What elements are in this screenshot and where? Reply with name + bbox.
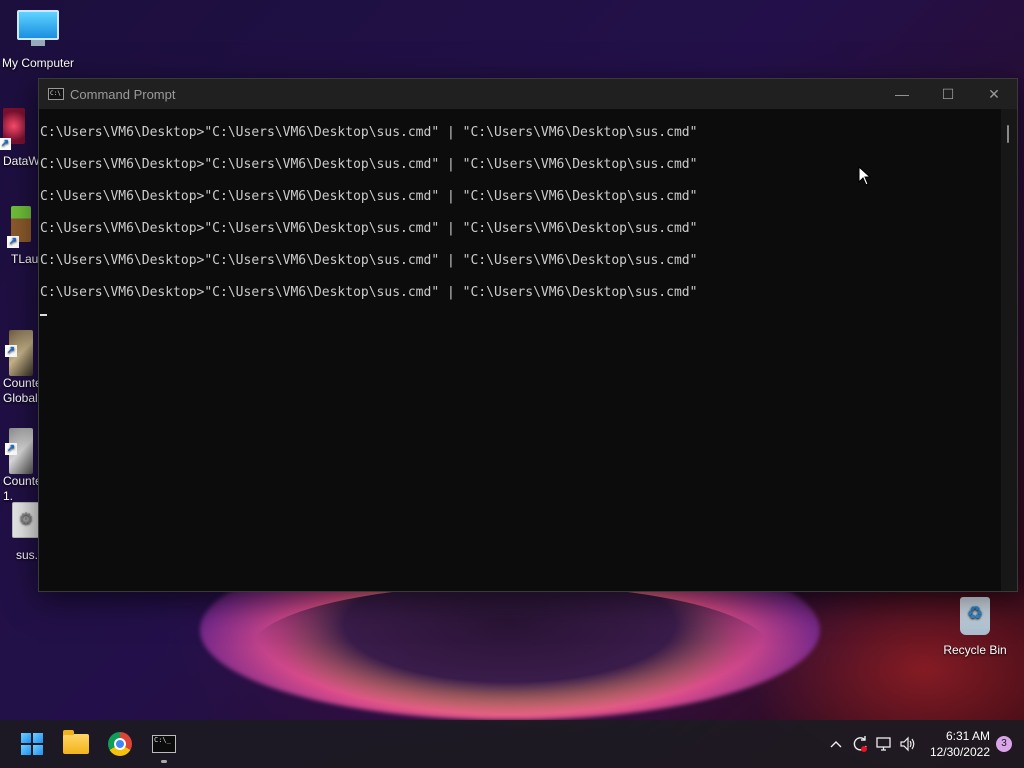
folder-icon bbox=[63, 730, 89, 754]
network-icon[interactable] bbox=[872, 732, 896, 756]
notification-badge[interactable]: 3 bbox=[996, 736, 1012, 752]
desktop-icon-recycle-bin[interactable]: Recycle Bin bbox=[937, 597, 1013, 658]
desktop-icon-my-computer[interactable]: My Computer bbox=[0, 10, 76, 71]
shortcut-arrow-icon: ↗ bbox=[5, 443, 17, 455]
chevron-up-icon[interactable] bbox=[824, 732, 848, 756]
active-indicator bbox=[161, 760, 167, 763]
console-line: C:\Users\VM6\Desktop>"C:\Users\VM6\Deskt… bbox=[40, 189, 698, 204]
shortcut-arrow-icon: ↗ bbox=[5, 345, 17, 357]
console-line: C:\Users\VM6\Desktop>"C:\Users\VM6\Deskt… bbox=[40, 221, 698, 236]
cmd-icon: C:\ bbox=[48, 88, 64, 100]
console-output[interactable]: C:\Users\VM6\Desktop>"C:\Users\VM6\Deskt… bbox=[39, 109, 1001, 591]
console-line: C:\Users\VM6\Desktop>"C:\Users\VM6\Deskt… bbox=[40, 285, 698, 300]
desktop-icon-label: Recycle Bin bbox=[943, 643, 1007, 657]
windows-logo-icon bbox=[21, 733, 43, 755]
close-button[interactable]: ✕ bbox=[971, 79, 1017, 109]
command-prompt-window[interactable]: C:\ Command Prompt — ☐ ✕ C:\Users\VM6\De… bbox=[38, 78, 1018, 592]
window-titlebar[interactable]: C:\ Command Prompt — ☐ ✕ bbox=[39, 79, 1017, 109]
console-line: C:\Users\VM6\Desktop>"C:\Users\VM6\Deskt… bbox=[40, 253, 698, 268]
window-title: Command Prompt bbox=[70, 86, 176, 102]
vertical-scrollbar[interactable] bbox=[1001, 109, 1017, 591]
start-button[interactable] bbox=[12, 724, 52, 764]
recycle-bin-icon bbox=[954, 597, 996, 639]
chrome-icon bbox=[108, 732, 132, 756]
text-cursor bbox=[40, 314, 47, 316]
taskbar: C:\_ 6:31 AM 12/30/2022 3 bbox=[0, 720, 1024, 768]
cmd-icon: C:\_ bbox=[152, 735, 176, 753]
taskbar-chrome[interactable] bbox=[100, 724, 140, 764]
maximize-button[interactable]: ☐ bbox=[925, 79, 971, 109]
sync-icon[interactable] bbox=[848, 732, 872, 756]
clock-time: 6:31 AM bbox=[945, 729, 990, 743]
monitor-icon bbox=[17, 10, 59, 52]
scrollbar-thumb[interactable] bbox=[1007, 125, 1009, 143]
console-line: C:\Users\VM6\Desktop>"C:\Users\VM6\Deskt… bbox=[40, 157, 698, 172]
volume-icon[interactable] bbox=[896, 732, 920, 756]
shortcut-arrow-icon: ↗ bbox=[7, 236, 19, 248]
minimize-button[interactable]: — bbox=[879, 79, 925, 109]
desktop-icon-label: My Computer bbox=[1, 56, 75, 70]
clock-date: 12/30/2022 bbox=[929, 745, 990, 759]
wallpaper-orb-shadow bbox=[250, 585, 770, 715]
clock[interactable]: 6:31 AM 12/30/2022 bbox=[930, 728, 990, 760]
system-tray: 6:31 AM 12/30/2022 3 bbox=[824, 720, 1024, 768]
taskbar-file-explorer[interactable] bbox=[56, 724, 96, 764]
console-line: C:\Users\VM6\Desktop>"C:\Users\VM6\Deskt… bbox=[40, 125, 698, 140]
shortcut-arrow-icon: ↗ bbox=[0, 138, 11, 150]
taskbar-command-prompt[interactable]: C:\_ bbox=[144, 724, 184, 764]
